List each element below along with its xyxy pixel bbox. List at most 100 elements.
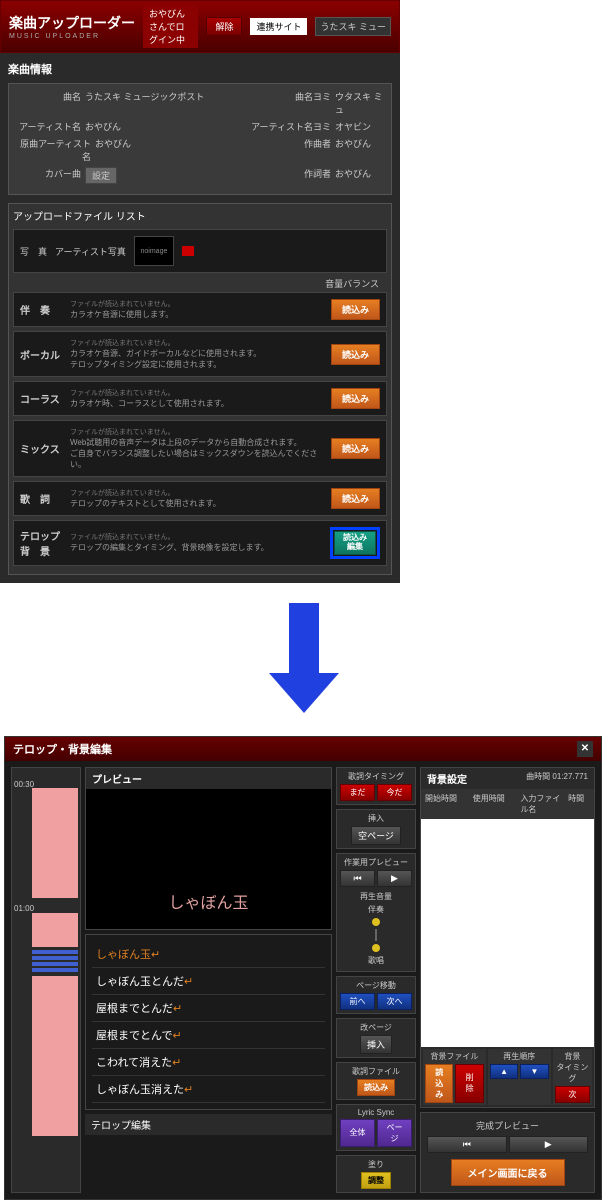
lyric-file-label: 歌詞ファイル bbox=[340, 1066, 412, 1077]
timeline[interactable]: 00:30 01:00 bbox=[11, 767, 81, 1193]
telop-edit-label: テロップ編集 bbox=[85, 1114, 332, 1135]
track-row: コーラス ファイルが読込まれていません。 カラオケ時、コーラスとして使用されます… bbox=[13, 381, 387, 416]
lyric-line[interactable]: 屋根までとんだ↵ bbox=[92, 995, 325, 1022]
track-status: ファイルが読込まれていません。 bbox=[70, 299, 331, 309]
val-composer: おやびん bbox=[335, 137, 385, 163]
back-to-main-button[interactable]: メイン画面に戻る bbox=[451, 1159, 565, 1186]
timeline-segment[interactable] bbox=[32, 788, 78, 898]
track-desc: カラオケ音源、ガイドボーカルなどに使用されます。 テロップタイミング設定に使用さ… bbox=[70, 348, 331, 370]
bg-next-button[interactable]: 次 bbox=[555, 1086, 590, 1103]
lyric-line[interactable]: こわれて消えた↵ bbox=[92, 1049, 325, 1076]
banso-slider[interactable] bbox=[372, 918, 380, 926]
col-file: 入力ファイル名 bbox=[518, 791, 566, 817]
track-desc: Web試聴用の音声データは上段のデータから自動合成されます。 ご自身でバランス調… bbox=[70, 437, 331, 470]
track-desc: カラオケ時、コーラスとして使用されます。 bbox=[70, 398, 331, 409]
track-status: ファイルが読込まれていません。 bbox=[70, 532, 330, 542]
timeline-segment[interactable] bbox=[32, 976, 78, 1136]
lyric-line[interactable]: 屋根までとんで↵ bbox=[92, 1022, 325, 1049]
track-row: ボーカル ファイルが読込まれていません。 カラオケ音源、ガイドボーカルなどに使用… bbox=[13, 331, 387, 377]
complete-rewind-button[interactable]: ⏮ bbox=[427, 1136, 507, 1153]
load-button[interactable]: 読込み bbox=[331, 488, 380, 509]
next-button[interactable]: 次へ bbox=[377, 993, 412, 1010]
site-dropdown[interactable]: うたスキ ミュー bbox=[315, 17, 391, 36]
work-preview-label: 作業用プレビュー bbox=[340, 857, 412, 868]
photo-label: 写 真 bbox=[20, 245, 47, 258]
cover-set-button[interactable]: 設定 bbox=[85, 167, 117, 184]
track-row: 歌 詞 ファイルが読込まれていません。 テロップのテキストとして使用されます。 … bbox=[13, 481, 387, 516]
close-icon[interactable]: ✕ bbox=[577, 741, 593, 757]
order-down-button[interactable]: ▼ bbox=[520, 1064, 548, 1079]
adjust-button[interactable]: 調整 bbox=[361, 1172, 391, 1189]
sync-all-button[interactable]: 全体 bbox=[340, 1119, 375, 1147]
bg-table-body[interactable] bbox=[421, 819, 594, 1047]
timeline-marker[interactable] bbox=[32, 950, 78, 954]
nuri-label: 塗り bbox=[340, 1159, 412, 1170]
val-song-yomi: ウタスキ ミュ bbox=[335, 90, 385, 116]
timeline-marker[interactable] bbox=[32, 956, 78, 960]
preview-header: プレビュー bbox=[86, 768, 331, 789]
bg-read-button[interactable]: 読込み bbox=[425, 1064, 453, 1103]
bg-title: 背景設定 bbox=[427, 771, 467, 786]
photo-row: 写 真 アーティスト写真 noimage bbox=[13, 229, 387, 273]
complete-play-button[interactable]: ▶ bbox=[509, 1136, 589, 1153]
load-button[interactable]: 読込み bbox=[331, 299, 380, 320]
complete-title: 完成プレビュー bbox=[427, 1119, 588, 1132]
val-artist: おやびん bbox=[85, 120, 245, 133]
val-song-name: うたスキ ミュージックポスト bbox=[85, 90, 265, 116]
timeline-marker[interactable] bbox=[32, 962, 78, 966]
song-info-title: 楽曲情報 bbox=[8, 61, 392, 77]
sync-page-button[interactable]: ページ bbox=[377, 1119, 412, 1147]
col-use: 使用時間 bbox=[471, 791, 519, 817]
rewind-button[interactable]: ⏮ bbox=[340, 870, 375, 887]
timeline-marker[interactable] bbox=[32, 968, 78, 972]
time-label: 曲時間 bbox=[526, 772, 550, 781]
load-button[interactable]: 読込み bbox=[331, 344, 380, 365]
insert-button[interactable]: 挿入 bbox=[360, 1035, 392, 1054]
banso-label: 伴奏 bbox=[340, 904, 412, 915]
lyric-line[interactable]: しゃぼん玉↵ bbox=[92, 941, 325, 968]
track-name: ボーカル bbox=[20, 347, 70, 362]
track-row: 伴 奏 ファイルが読込まれていません。 カラオケ音源に使用します。 読込み bbox=[13, 292, 387, 327]
lyric-read-button[interactable]: 読込み bbox=[357, 1079, 395, 1096]
bg-delete-button[interactable]: 削除 bbox=[455, 1064, 483, 1103]
lyric-line[interactable]: しゃぼん玉とんだ↵ bbox=[92, 968, 325, 995]
load-button[interactable]: 読込み bbox=[331, 438, 380, 459]
play-button[interactable]: ▶ bbox=[377, 870, 412, 887]
logout-button[interactable]: 解除 bbox=[206, 17, 242, 36]
track-row: テロップ 背 景 ファイルが読込まれていません。 テロップの編集とタイミング、背… bbox=[13, 520, 387, 566]
mada-button[interactable]: まだ bbox=[340, 784, 375, 801]
play-order-label: 再生順序 bbox=[490, 1051, 549, 1062]
timeline-segment[interactable] bbox=[32, 913, 78, 947]
order-up-button[interactable]: ▲ bbox=[490, 1064, 518, 1079]
return-icon: ↵ bbox=[151, 949, 160, 961]
upload-section: アップロードファイル リスト 写 真 アーティスト写真 noimage 音量バラ… bbox=[8, 203, 392, 575]
track-name: コーラス bbox=[20, 391, 70, 406]
label-song-yomi: 曲名ヨミ bbox=[265, 90, 335, 116]
editor-title: テロップ・背景編集 bbox=[13, 741, 112, 757]
timeline-mark-0100: 01:00 bbox=[14, 904, 34, 913]
load-edit-button[interactable]: 読込み 編集 bbox=[334, 531, 376, 555]
song-info-grid: 曲名 うたスキ ミュージックポスト 曲名ヨミ ウタスキ ミュ アーティスト名 お… bbox=[8, 83, 392, 195]
label-orig-artist: 原曲アーティスト名 bbox=[15, 137, 95, 163]
load-button[interactable]: 読込み bbox=[331, 388, 380, 409]
track-name: ミックス bbox=[20, 441, 70, 456]
track-desc: テロップの編集とタイミング、背景映像を設定します。 bbox=[70, 542, 330, 553]
ima-button[interactable]: 今だ bbox=[377, 784, 412, 801]
editor-title-bar: テロップ・背景編集 ✕ bbox=[5, 737, 601, 761]
preview-panel: プレビュー しゃぼん玉 bbox=[85, 767, 332, 930]
prev-button[interactable]: 前へ bbox=[340, 993, 375, 1010]
lyric-line[interactable]: しゃぼん玉消えた↵ bbox=[92, 1076, 325, 1103]
blank-page-button[interactable]: 空ページ bbox=[351, 826, 401, 845]
camera-icon[interactable] bbox=[182, 246, 194, 256]
return-icon: ↵ bbox=[172, 1057, 181, 1069]
label-composer: 作曲者 bbox=[265, 137, 335, 163]
label-artist: アーティスト名 bbox=[15, 120, 85, 133]
timing-label: 歌詞タイミング bbox=[340, 771, 412, 782]
lyric-sync-label: Lyric Sync bbox=[340, 1108, 412, 1117]
return-icon: ↵ bbox=[173, 1003, 182, 1015]
uta-slider[interactable] bbox=[372, 944, 380, 952]
link-site-label: 連携サイト bbox=[250, 18, 307, 35]
label-song-name: 曲名 bbox=[15, 90, 85, 116]
track-status: ファイルが読込まれていません。 bbox=[70, 488, 331, 498]
app-header: 楽曲アップローダー MUSIC UPLOADER おやびんさんでログイン中 解除… bbox=[0, 0, 400, 53]
